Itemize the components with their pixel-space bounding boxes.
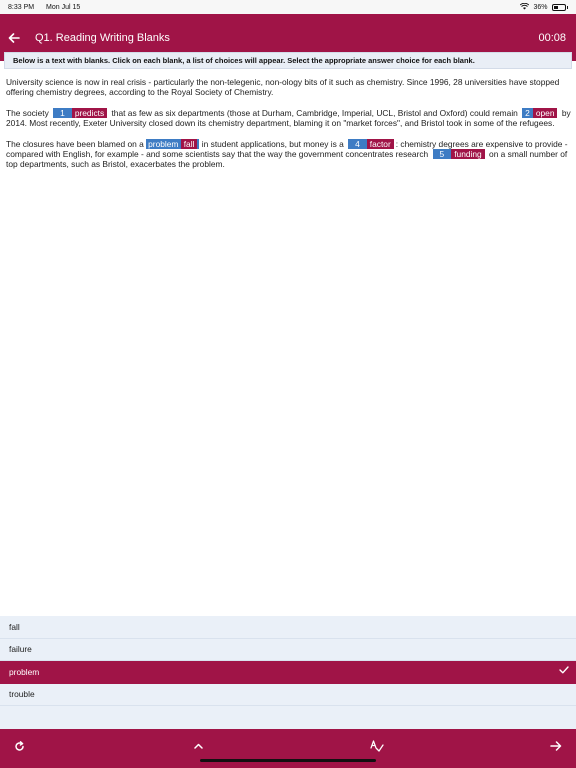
passage-text: in student applications, but money is a xyxy=(201,138,344,149)
status-time: 8:33 PM xyxy=(8,3,35,11)
choice-label: problem xyxy=(9,666,40,677)
blank-1[interactable]: 1 predicts xyxy=(51,107,109,118)
instruction-banner: Below is a text with blanks. Click on ea… xyxy=(4,52,572,69)
status-right: 36% xyxy=(520,2,568,12)
passage-text: The closures have been blamed on a xyxy=(6,138,144,149)
blank-answer: fall xyxy=(180,138,198,149)
passage: University science is now in real crisis… xyxy=(6,77,571,180)
battery-icon xyxy=(551,3,566,11)
choice-item[interactable]: trouble xyxy=(0,684,576,706)
choice-item-selected[interactable]: problem xyxy=(0,661,576,684)
blank-3[interactable]: problem fall xyxy=(146,138,200,149)
blank-answer: open xyxy=(532,107,558,118)
status-left: 8:33 PM Mon Jul 15 xyxy=(8,4,90,11)
status-bar: 8:33 PM Mon Jul 15 36% xyxy=(0,0,576,14)
passage-text: that as few as six departments (those at… xyxy=(111,107,518,118)
blank-number: 2 xyxy=(522,107,533,118)
blank-4[interactable]: 4 factor xyxy=(346,138,396,149)
arrow-right-icon[interactable] xyxy=(547,737,565,755)
chevron-up-icon[interactable] xyxy=(189,737,207,755)
blank-5[interactable]: 5 funding xyxy=(431,149,487,160)
blank-2[interactable]: 2 open xyxy=(520,107,559,118)
choice-item[interactable]: fall xyxy=(0,616,576,639)
paragraph-3: The closures have been blamed on a probl… xyxy=(6,138,571,170)
wifi-icon xyxy=(520,2,530,12)
blank-number: 5 xyxy=(432,149,452,160)
question-title: Q1. Reading Writing Blanks xyxy=(35,31,170,44)
status-date: Mon Jul 15 xyxy=(46,3,81,11)
arrow-left-icon[interactable] xyxy=(8,28,26,48)
blank-answer: factor xyxy=(366,138,394,149)
choice-list: fall failure problem trouble xyxy=(0,616,576,729)
refresh-icon[interactable] xyxy=(10,737,28,755)
checkmark-icon xyxy=(559,665,569,677)
paragraph-1: University science is now in real crisis… xyxy=(6,77,560,98)
blank-number: 4 xyxy=(348,138,367,149)
spellcheck-icon[interactable] xyxy=(368,737,386,755)
timer: 00:08 xyxy=(538,31,566,44)
home-indicator xyxy=(200,759,376,762)
choice-item[interactable]: failure xyxy=(0,639,576,661)
blank-number: 1 xyxy=(53,107,72,118)
battery-percent: 36% xyxy=(533,3,548,11)
bottom-toolbar xyxy=(0,729,576,768)
blank-answer: funding xyxy=(451,149,485,160)
blank-selected: problem xyxy=(148,138,179,149)
paragraph-2: The society 1 predicts that as few as six… xyxy=(6,107,571,129)
blank-answer: predicts xyxy=(71,107,108,118)
battery-cap xyxy=(566,5,568,9)
passage-text: The society xyxy=(6,107,49,118)
